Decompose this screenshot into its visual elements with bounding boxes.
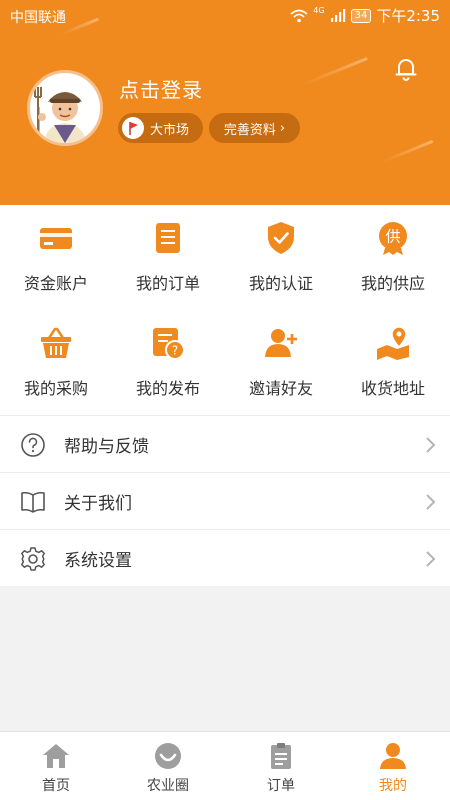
- tab-home[interactable]: 首页: [0, 732, 112, 800]
- menu-item-help-feedback[interactable]: 帮助与反馈: [0, 415, 450, 472]
- wallet-card-icon: [40, 228, 72, 249]
- flag-icon: [122, 117, 144, 139]
- tab-label: 我的: [379, 778, 407, 794]
- network-type: 4G: [313, 6, 325, 15]
- question-icon: [21, 433, 45, 457]
- bell-icon[interactable]: [393, 55, 419, 81]
- map-pin-icon: [377, 326, 409, 360]
- profile-header: 中国联通 4G 34 下午2:35 点击登录 大市场 完善资料 ›: [0, 0, 450, 205]
- shield-check-icon: [268, 222, 294, 254]
- grid-item-fund-account[interactable]: 资金账户: [0, 205, 112, 305]
- clipboard-icon: [271, 743, 291, 769]
- signal-icon: [330, 9, 345, 22]
- home-icon: [43, 744, 69, 768]
- complete-profile-button[interactable]: 完善资料 ›: [209, 113, 300, 143]
- grid-item-shipping-address[interactable]: 收货地址: [337, 310, 449, 410]
- grid-item-my-orders[interactable]: 我的订单: [112, 205, 224, 305]
- circle-smile-icon: [155, 743, 181, 769]
- grid-item-invite-friends[interactable]: 邀请好友: [225, 310, 337, 410]
- grid-item-my-purchase[interactable]: 我的采购: [0, 310, 112, 410]
- grid-label: 资金账户: [23, 274, 88, 293]
- basket-icon: [41, 327, 71, 358]
- chevron-right-icon: [426, 437, 436, 453]
- decor-streak: [381, 139, 434, 164]
- market-label: 大市场: [150, 122, 190, 138]
- menu-label: 帮助与反馈: [64, 436, 149, 457]
- person-icon: [380, 743, 406, 769]
- menu-item-system-settings[interactable]: 系统设置: [0, 529, 450, 586]
- chevron-right-icon: ›: [279, 120, 286, 136]
- grid-item-my-supply[interactable]: 供 我的供应: [337, 205, 449, 305]
- publish-icon: ?: [153, 328, 185, 360]
- market-button[interactable]: 大市场: [118, 113, 203, 143]
- supply-badge-icon: 供: [379, 222, 407, 255]
- gear-icon: [21, 547, 45, 571]
- tab-label: 农业圈: [147, 778, 189, 794]
- tab-orders[interactable]: 订单: [225, 732, 337, 800]
- grid-label: 我的发布: [135, 379, 200, 398]
- tab-label: 首页: [42, 778, 70, 794]
- grid-label: 邀请好友: [248, 379, 313, 398]
- menu-list: 帮助与反馈 关于我们 系统设置: [0, 415, 450, 586]
- tab-agri-circle[interactable]: 农业圈: [112, 732, 224, 800]
- grid-label: 收货地址: [360, 379, 425, 398]
- status-bar: 中国联通 4G 34 下午2:35: [0, 0, 450, 30]
- bottom-tab-bar: 首页 农业圈 订单 我的: [0, 731, 450, 800]
- status-indicators: 4G 34 下午2:35: [290, 5, 440, 26]
- wifi-icon: [290, 9, 308, 22]
- login-prompt[interactable]: 点击登录: [119, 74, 203, 103]
- svg-text:?: ?: [172, 344, 178, 358]
- grid-label: 我的采购: [23, 379, 88, 398]
- status-time: 下午2:35: [376, 7, 440, 25]
- menu-label: 关于我们: [64, 493, 132, 514]
- chevron-right-icon: [426, 551, 436, 567]
- menu-label: 系统设置: [64, 550, 132, 571]
- grid-item-my-publish[interactable]: ? 我的发布: [112, 310, 224, 410]
- add-friend-icon: [265, 329, 297, 357]
- battery-level: 34: [350, 8, 372, 23]
- grid-item-my-certification[interactable]: 我的认证: [225, 205, 337, 305]
- avatar[interactable]: [27, 70, 103, 146]
- chevron-right-icon: [426, 494, 436, 510]
- grid-label: 我的认证: [248, 274, 313, 293]
- tab-label: 订单: [267, 778, 295, 794]
- tab-mine[interactable]: 我的: [337, 732, 449, 800]
- menu-item-about-us[interactable]: 关于我们: [0, 472, 450, 529]
- book-icon: [21, 491, 45, 513]
- grid-label: 我的供应: [360, 274, 425, 293]
- order-list-icon: [156, 223, 180, 253]
- grid-label: 我的订单: [135, 274, 200, 293]
- supply-glyph: 供: [385, 228, 400, 246]
- decor-streak: [301, 56, 369, 87]
- complete-profile-label: 完善资料: [223, 122, 276, 138]
- farmer-avatar-illustration: [34, 87, 86, 143]
- feature-grid: 资金账户 我的订单 我的认证 供 我的供应 我的采购 ? 我的发布 邀请好友 收…: [0, 205, 450, 415]
- carrier-name: 中国联通: [10, 10, 66, 26]
